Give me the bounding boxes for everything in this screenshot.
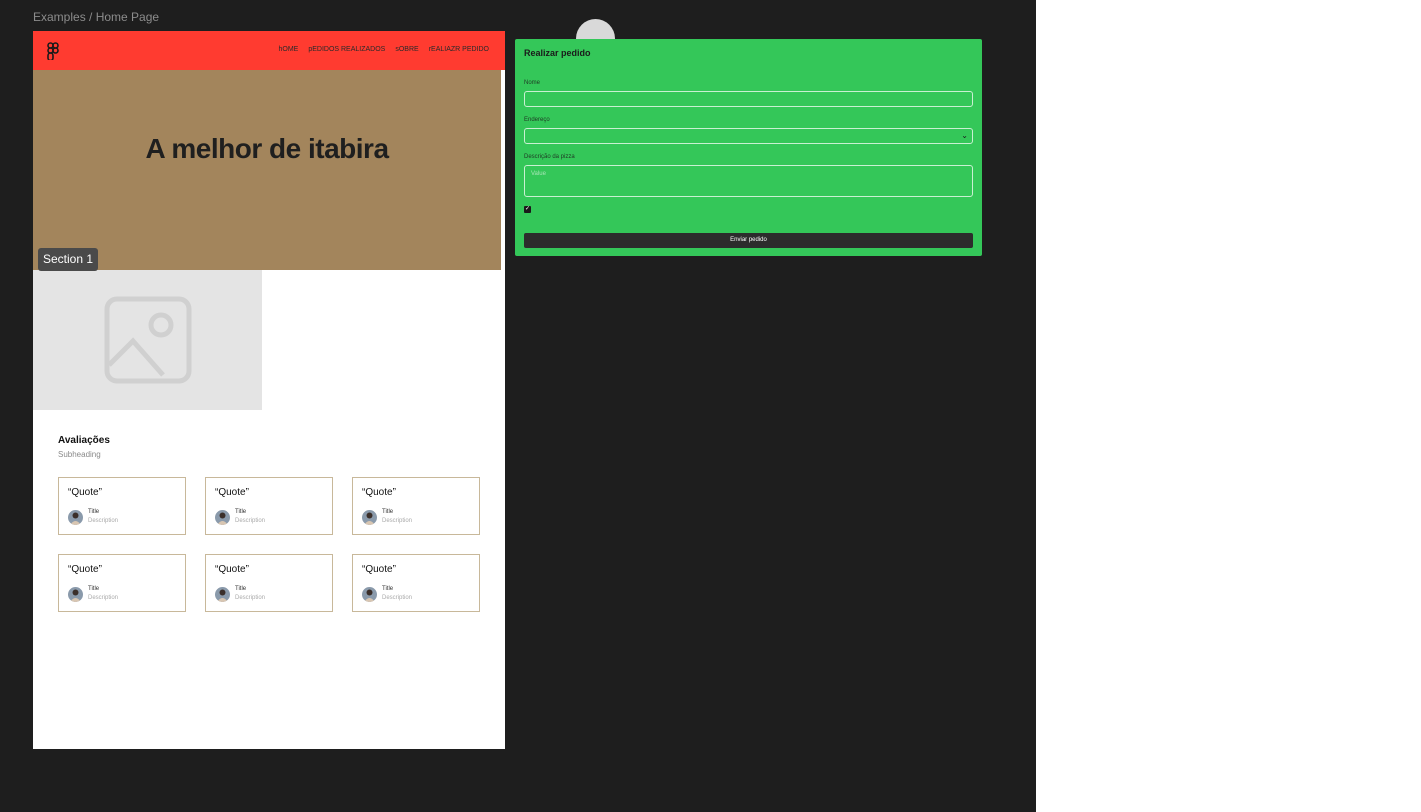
review-card[interactable]: “Quote” Title Description (352, 554, 480, 612)
submit-order-button[interactable]: Enviar pedido (524, 233, 973, 248)
review-description: Description (382, 518, 413, 524)
avatar (215, 510, 230, 525)
section-tag[interactable]: Section 1 (38, 248, 98, 271)
avatar (215, 587, 230, 602)
review-quote: “Quote” (215, 487, 249, 498)
avatar (68, 510, 83, 525)
image-placeholder (33, 270, 262, 410)
reviews-heading: Avaliações (58, 435, 110, 446)
review-description: Description (88, 518, 119, 524)
review-title: Title (382, 586, 394, 592)
nav-link-realizar-pedido[interactable]: rEALIAZR PEDIDO (429, 46, 489, 53)
review-description: Description (235, 595, 266, 601)
name-label: Nome (524, 80, 541, 86)
chevron-down-icon: ⌄ (961, 131, 968, 140)
description-label: Descrição da pizza (524, 154, 575, 160)
order-form-panel: Realizar pedido Nome Endereço ⌄ Descriçã… (515, 39, 982, 256)
home-page-frame[interactable]: hOME pEDIDOS REALIZADOS sOBRE rEALIAZR P… (33, 31, 505, 749)
review-title: Title (235, 509, 247, 515)
address-label: Endereço (524, 117, 550, 123)
avatar (68, 587, 83, 602)
breadcrumb[interactable]: Examples / Home Page (33, 10, 159, 24)
nav-link-pedidos-realizados[interactable]: pEDIDOS REALIZADOS (308, 46, 385, 53)
form-title: Realizar pedido (524, 48, 591, 58)
nav-link-home[interactable]: hOME (278, 46, 298, 53)
avatar (362, 510, 377, 525)
figma-logo-icon[interactable] (47, 42, 59, 60)
review-card[interactable]: “Quote” Title Description (205, 554, 333, 612)
avatar (362, 587, 377, 602)
review-quote: “Quote” (215, 564, 249, 575)
confirm-checkbox[interactable]: ✓ (524, 206, 531, 213)
review-card[interactable]: “Quote” Title Description (58, 554, 186, 612)
name-field[interactable] (524, 91, 973, 107)
review-card[interactable]: “Quote” Title Description (58, 477, 186, 535)
design-canvas[interactable]: Examples / Home Page hOME pEDIDOS REALIZ… (0, 0, 1036, 812)
review-description: Description (382, 595, 413, 601)
reviews-subheading: Subheading (58, 450, 101, 459)
review-title: Title (382, 509, 394, 515)
nav-links: hOME pEDIDOS REALIZADOS sOBRE rEALIAZR P… (278, 46, 489, 53)
description-placeholder: Value (531, 171, 546, 177)
review-card[interactable]: “Quote” Title Description (205, 477, 333, 535)
review-title: Title (88, 586, 100, 592)
hero-title: A melhor de itabira (145, 133, 389, 164)
review-title: Title (88, 509, 100, 515)
review-quote: “Quote” (68, 487, 102, 498)
review-quote: “Quote” (362, 564, 396, 575)
review-description: Description (88, 595, 119, 601)
image-icon (104, 296, 192, 384)
review-quote: “Quote” (68, 564, 102, 575)
description-textarea[interactable]: Value (524, 165, 973, 197)
review-card[interactable]: “Quote” Title Description (352, 477, 480, 535)
review-quote: “Quote” (362, 487, 396, 498)
hero-section: A melhor de itabira (33, 70, 501, 270)
navbar: hOME pEDIDOS REALIZADOS sOBRE rEALIAZR P… (33, 31, 505, 70)
review-description: Description (235, 518, 266, 524)
review-title: Title (235, 586, 247, 592)
address-select[interactable]: ⌄ (524, 128, 973, 144)
nav-link-sobre[interactable]: sOBRE (395, 46, 418, 53)
